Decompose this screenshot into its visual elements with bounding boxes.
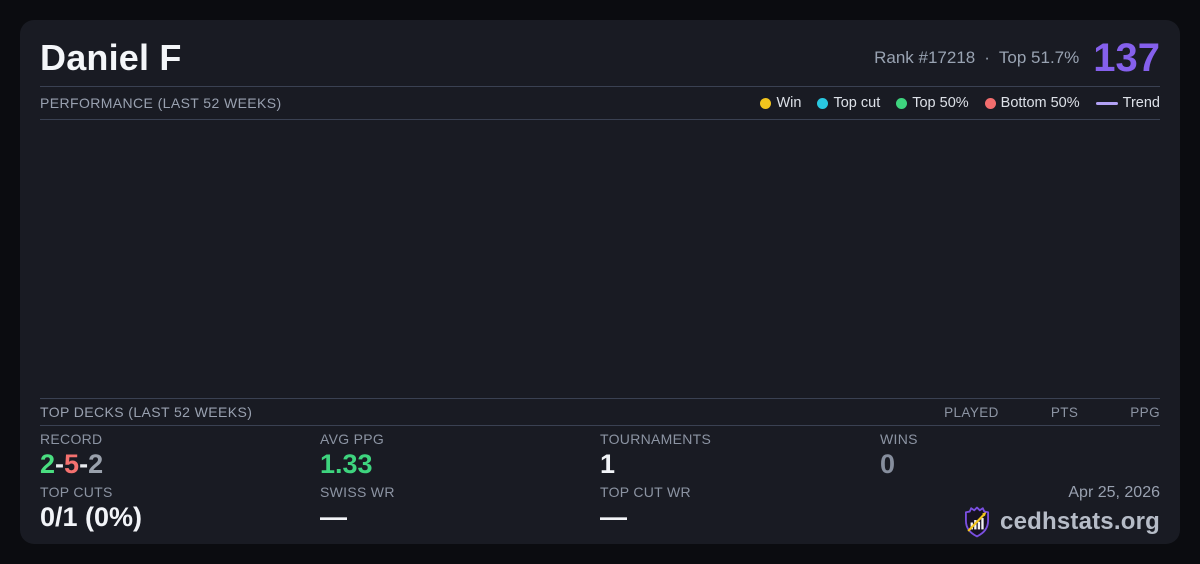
card-date: Apr 25, 2026 xyxy=(1068,484,1160,502)
legend-label: Top cut xyxy=(833,95,880,111)
rank-text: Rank #17218 xyxy=(874,48,975,68)
legend-item-top50[interactable]: Top 50% xyxy=(896,95,968,111)
record-separator: - xyxy=(55,449,64,479)
record-losses: 5 xyxy=(64,449,79,479)
tournaments-value: 1 xyxy=(600,450,880,478)
chart-legend: Win Top cut Top 50% Bottom 50% Trend xyxy=(760,95,1160,111)
swiss-wr-value: — xyxy=(320,503,600,531)
trend-line-icon xyxy=(1096,102,1118,105)
player-name: Daniel F xyxy=(40,37,182,79)
column-played: PLAYED xyxy=(944,405,999,420)
stat-label: RECORD xyxy=(40,431,320,447)
rating-value: 137 xyxy=(1093,38,1160,78)
stat-tournaments: TOURNAMENTS 1 xyxy=(600,431,880,484)
stat-label: TOP CUT WR xyxy=(600,484,880,500)
legend-label: Win xyxy=(776,95,801,111)
performance-title: PERFORMANCE (LAST 52 WEEKS) xyxy=(40,95,282,111)
stat-top-cuts: TOP CUTS 0/1 (0%) xyxy=(40,484,320,538)
stat-avg-ppg: AVG PPG 1.33 xyxy=(320,431,600,484)
top-decks-header: TOP DECKS (LAST 52 WEEKS) PLAYED PTS PPG xyxy=(40,399,1160,425)
cedhstats-shield-logo-icon xyxy=(962,506,992,538)
top-percent-text: Top 51.7% xyxy=(999,48,1079,68)
stat-record: RECORD 2-5-2 xyxy=(40,431,320,484)
stat-label: SWISS WR xyxy=(320,484,600,500)
top-cut-dot-icon xyxy=(817,98,828,109)
legend-item-bottom50[interactable]: Bottom 50% xyxy=(985,95,1080,111)
performance-header: PERFORMANCE (LAST 52 WEEKS) Win Top cut … xyxy=(40,87,1160,119)
record-draws: 2 xyxy=(88,449,103,479)
stat-top-cut-wr: TOP CUT WR — xyxy=(600,484,880,538)
stat-wins: WINS 0 xyxy=(880,431,1160,484)
rank-separator: · xyxy=(984,48,990,68)
stats-grid: RECORD 2-5-2 AVG PPG 1.33 TOURNAMENTS 1 … xyxy=(40,426,1160,538)
player-stats-card: Daniel F Rank #17218 · Top 51.7% 137 PER… xyxy=(20,20,1180,544)
column-ppg: PPG xyxy=(1130,405,1160,420)
brand-name[interactable]: cedhstats.org xyxy=(1000,508,1160,536)
rank-line: Rank #17218 · Top 51.7% xyxy=(874,48,1079,68)
top-cuts-value: 0/1 (0%) xyxy=(40,503,320,531)
record-value: 2-5-2 xyxy=(40,450,320,478)
avg-ppg-value: 1.33 xyxy=(320,450,600,478)
rank-summary: Rank #17218 · Top 51.7% 137 xyxy=(874,38,1160,78)
top-cut-wr-value: — xyxy=(600,503,880,531)
legend-label: Top 50% xyxy=(912,95,968,111)
card-header: Daniel F Rank #17218 · Top 51.7% 137 xyxy=(40,30,1160,86)
top-decks-title: TOP DECKS (LAST 52 WEEKS) xyxy=(40,404,252,420)
stat-label: WINS xyxy=(880,431,1160,447)
stat-label: TOURNAMENTS xyxy=(600,431,880,447)
legend-item-trend[interactable]: Trend xyxy=(1096,95,1160,111)
wins-value: 0 xyxy=(880,450,1160,478)
top-decks-columns: PLAYED PTS PPG xyxy=(944,405,1160,420)
performance-chart-area xyxy=(40,120,1160,398)
stat-label: TOP CUTS xyxy=(40,484,320,500)
stat-swiss-wr: SWISS WR — xyxy=(320,484,600,538)
legend-label: Trend xyxy=(1123,95,1160,111)
top50-dot-icon xyxy=(896,98,907,109)
win-dot-icon xyxy=(760,98,771,109)
legend-item-win[interactable]: Win xyxy=(760,95,801,111)
bottom50-dot-icon xyxy=(985,98,996,109)
record-separator: - xyxy=(79,449,88,479)
legend-label: Bottom 50% xyxy=(1001,95,1080,111)
stat-label: AVG PPG xyxy=(320,431,600,447)
record-wins: 2 xyxy=(40,449,55,479)
column-pts: PTS xyxy=(1051,405,1078,420)
branding-cell: Apr 25, 2026 cedhstats.org xyxy=(880,484,1160,538)
brand-row: cedhstats.org xyxy=(962,506,1160,538)
legend-item-top-cut[interactable]: Top cut xyxy=(817,95,880,111)
